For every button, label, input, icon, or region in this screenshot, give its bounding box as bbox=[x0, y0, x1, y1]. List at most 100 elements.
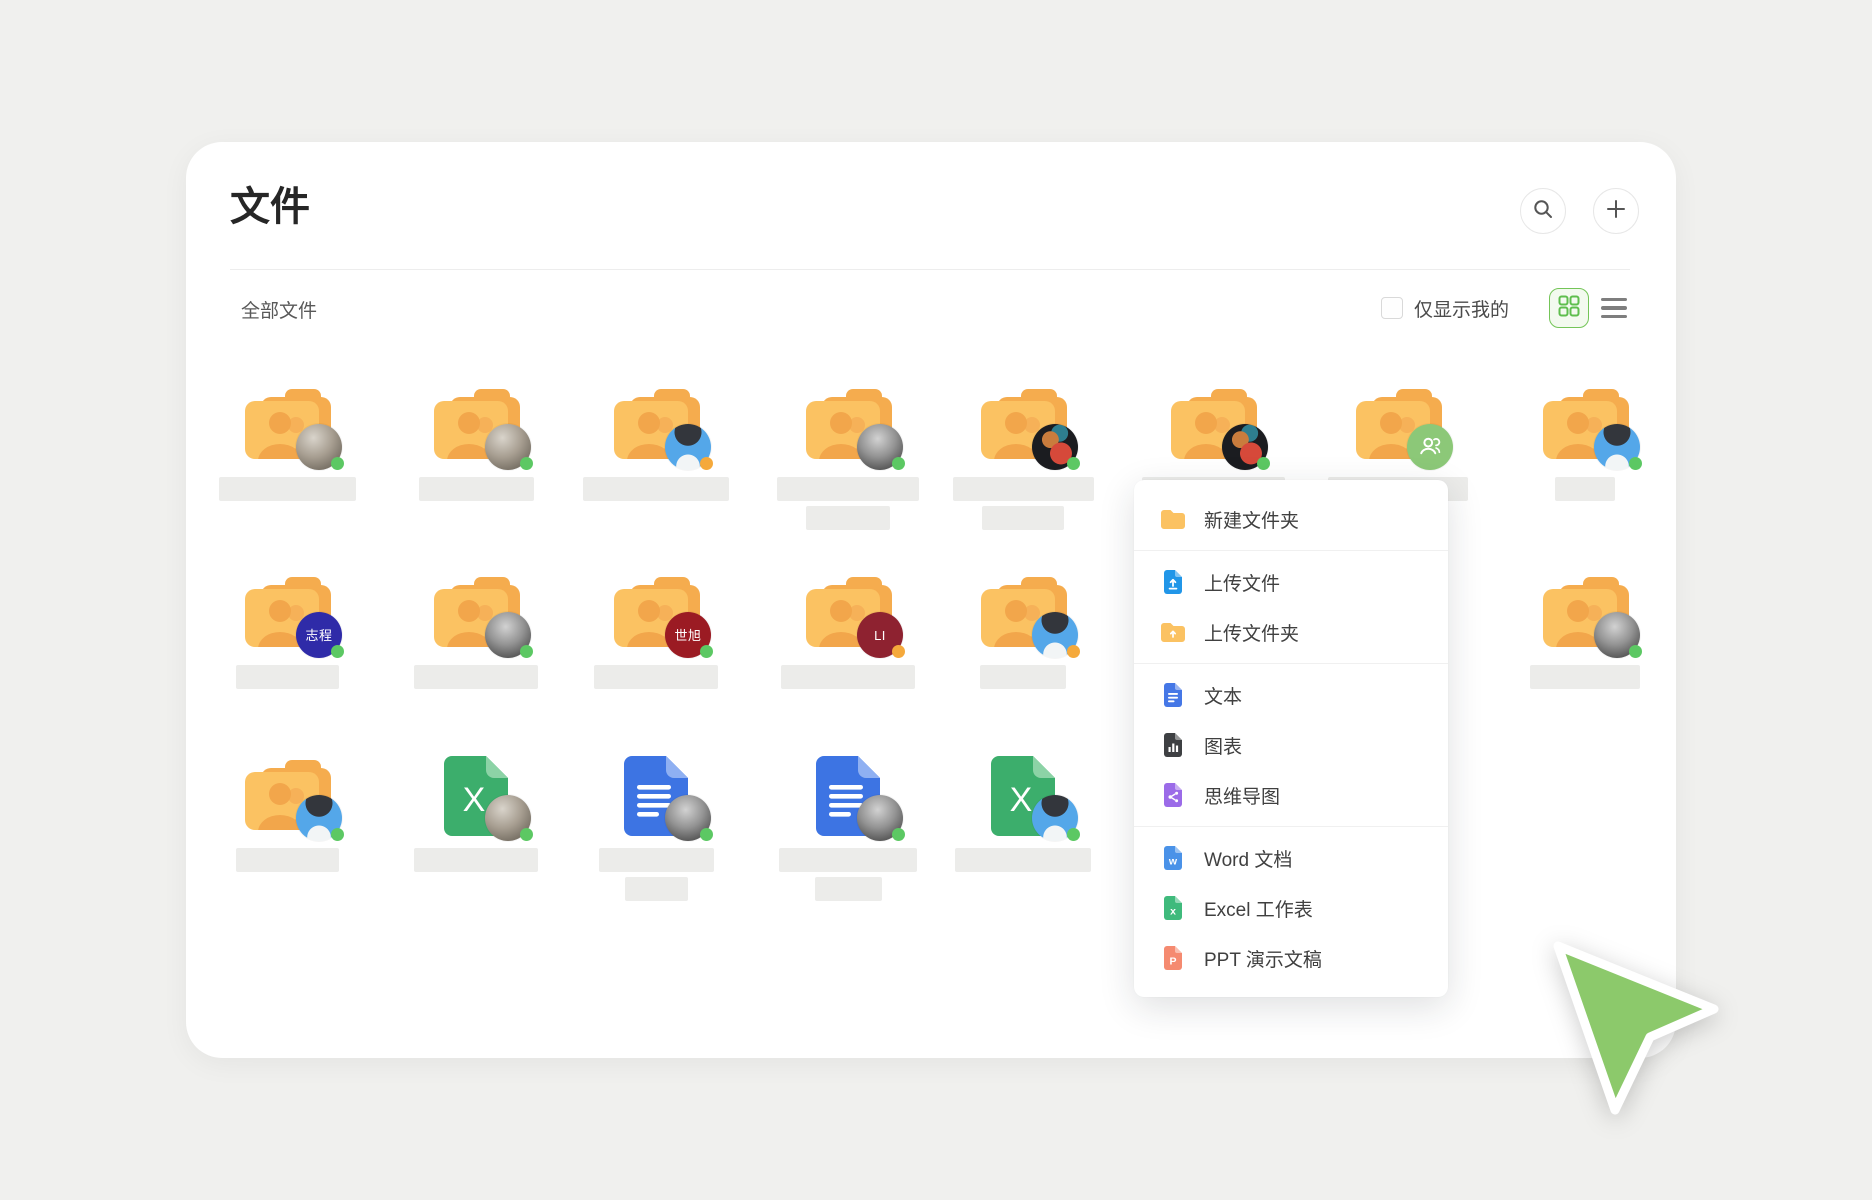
owner-avatar bbox=[1222, 424, 1268, 470]
menu-item-upload-file[interactable]: 上传文件 bbox=[1134, 557, 1448, 607]
menu-group: 文本 图表 思维导图 bbox=[1134, 664, 1448, 827]
status-dot bbox=[892, 645, 905, 658]
plus-icon bbox=[1605, 198, 1627, 225]
menu-item-new-chart[interactable]: 图表 bbox=[1134, 720, 1448, 770]
shared-folder-icon bbox=[396, 573, 556, 651]
filename-skeleton bbox=[236, 848, 339, 872]
files-panel: 文件 全部文件 仅显示我的 bbox=[186, 142, 1676, 1058]
filter-only-mine: 仅显示我的 bbox=[1381, 288, 1509, 328]
svg-text:P: P bbox=[1169, 956, 1176, 968]
svg-text:x: x bbox=[1170, 906, 1176, 918]
shared-folder-icon bbox=[1318, 385, 1478, 463]
doc-file-grid-item[interactable] bbox=[576, 756, 736, 901]
chart-file-icon bbox=[1160, 732, 1186, 758]
menu-item-label: 上传文件 bbox=[1204, 569, 1280, 596]
doc-file-grid-item[interactable] bbox=[768, 756, 928, 901]
grid-view-button[interactable] bbox=[1549, 288, 1589, 328]
filename-skeleton-line2 bbox=[625, 877, 688, 901]
shared-folder-grid-item[interactable] bbox=[396, 385, 556, 501]
filename-skeleton bbox=[1530, 665, 1640, 689]
menu-item-label: 思维导图 bbox=[1204, 782, 1280, 809]
filename-skeleton bbox=[779, 848, 917, 872]
excel-file-grid-item[interactable]: X bbox=[396, 756, 556, 872]
shared-folder-grid-item[interactable] bbox=[396, 573, 556, 689]
menu-item-new-word[interactable]: w Word 文档 bbox=[1134, 833, 1448, 883]
shared-folder-grid-item[interactable] bbox=[1505, 573, 1665, 689]
status-dot bbox=[520, 457, 533, 470]
folder-upload-icon bbox=[1160, 619, 1186, 645]
shared-folder-grid-item[interactable] bbox=[207, 385, 367, 501]
filename-skeleton bbox=[414, 665, 538, 689]
shared-folder-grid-item[interactable]: 志程 bbox=[207, 573, 367, 689]
menu-item-new-folder[interactable]: 新建文件夹 bbox=[1134, 494, 1448, 544]
file-upload-icon bbox=[1160, 569, 1186, 595]
list-view-button[interactable] bbox=[1601, 294, 1629, 322]
owner-avatar bbox=[857, 795, 903, 841]
shared-folder-grid-item[interactable] bbox=[207, 756, 367, 872]
shared-folder-icon bbox=[576, 573, 736, 651]
status-dot bbox=[1067, 645, 1080, 658]
shared-folder-grid-item[interactable] bbox=[768, 385, 928, 530]
owner-avatar bbox=[1594, 612, 1640, 658]
status-dot bbox=[700, 645, 713, 658]
status-dot bbox=[1067, 457, 1080, 470]
status-dot bbox=[331, 457, 344, 470]
owner-avatar bbox=[296, 795, 342, 841]
shared-folder-icon bbox=[1133, 385, 1293, 463]
tab-all-files[interactable]: 全部文件 bbox=[241, 296, 317, 323]
shared-group-icon bbox=[1407, 424, 1453, 470]
owner-badge-avatar: 志程 bbox=[296, 612, 342, 658]
menu-group: 新建文件夹 bbox=[1134, 488, 1448, 551]
menu-item-new-text[interactable]: 文本 bbox=[1134, 670, 1448, 720]
menu-item-label: Word 文档 bbox=[1204, 845, 1292, 872]
shared-folder-grid-item[interactable]: 世旭 bbox=[576, 573, 736, 689]
owner-avatar bbox=[485, 612, 531, 658]
shared-folder-icon bbox=[1505, 573, 1665, 651]
filename-skeleton bbox=[777, 477, 919, 501]
filename-skeleton bbox=[781, 665, 915, 689]
status-dot bbox=[892, 457, 905, 470]
owner-badge-avatar: LI bbox=[857, 612, 903, 658]
shared-folder-grid-item[interactable] bbox=[1505, 385, 1665, 501]
ppt-file-icon: P bbox=[1160, 945, 1186, 971]
svg-text:X: X bbox=[463, 781, 486, 819]
owner-badge-avatar: 世旭 bbox=[665, 612, 711, 658]
folder-icon bbox=[1160, 506, 1186, 532]
shared-folder-grid-item[interactable]: LI bbox=[768, 573, 928, 689]
shared-folder-grid-item[interactable] bbox=[943, 385, 1103, 530]
filename-skeleton bbox=[219, 477, 356, 501]
status-dot bbox=[700, 457, 713, 470]
excel-file-icon: X bbox=[943, 756, 1103, 836]
menu-item-new-ppt[interactable]: P PPT 演示文稿 bbox=[1134, 933, 1448, 983]
shared-folder-icon bbox=[943, 385, 1103, 463]
shared-folder-icon bbox=[576, 385, 736, 463]
shared-folder-grid-item[interactable] bbox=[943, 573, 1103, 689]
header-divider bbox=[230, 269, 1630, 270]
owner-avatar bbox=[1032, 612, 1078, 658]
shared-folder-icon bbox=[768, 573, 928, 651]
search-button[interactable] bbox=[1520, 188, 1566, 234]
svg-text:w: w bbox=[1168, 856, 1178, 868]
shared-folder-icon bbox=[1505, 385, 1665, 463]
filename-skeleton bbox=[980, 665, 1066, 689]
shared-folder-grid-item[interactable] bbox=[576, 385, 736, 501]
excel-file-grid-item[interactable]: X bbox=[943, 756, 1103, 872]
status-dot bbox=[331, 645, 344, 658]
only-mine-label[interactable]: 仅显示我的 bbox=[1414, 295, 1509, 322]
search-icon bbox=[1532, 198, 1554, 225]
menu-item-label: Excel 工作表 bbox=[1204, 895, 1313, 922]
menu-item-new-excel[interactable]: x Excel 工作表 bbox=[1134, 883, 1448, 933]
filename-skeleton bbox=[594, 665, 718, 689]
add-button[interactable] bbox=[1593, 188, 1639, 234]
doc-file-icon bbox=[576, 756, 736, 836]
menu-item-new-mindmap[interactable]: 思维导图 bbox=[1134, 770, 1448, 820]
grid-view-icon bbox=[1557, 294, 1581, 323]
list-view-icon bbox=[1601, 298, 1627, 319]
status-dot bbox=[892, 828, 905, 841]
menu-item-upload-folder[interactable]: 上传文件夹 bbox=[1134, 607, 1448, 657]
status-dot bbox=[700, 828, 713, 841]
status-dot bbox=[331, 828, 344, 841]
shared-folder-icon bbox=[207, 385, 367, 463]
doc-file-icon bbox=[768, 756, 928, 836]
only-mine-checkbox[interactable] bbox=[1381, 297, 1403, 319]
